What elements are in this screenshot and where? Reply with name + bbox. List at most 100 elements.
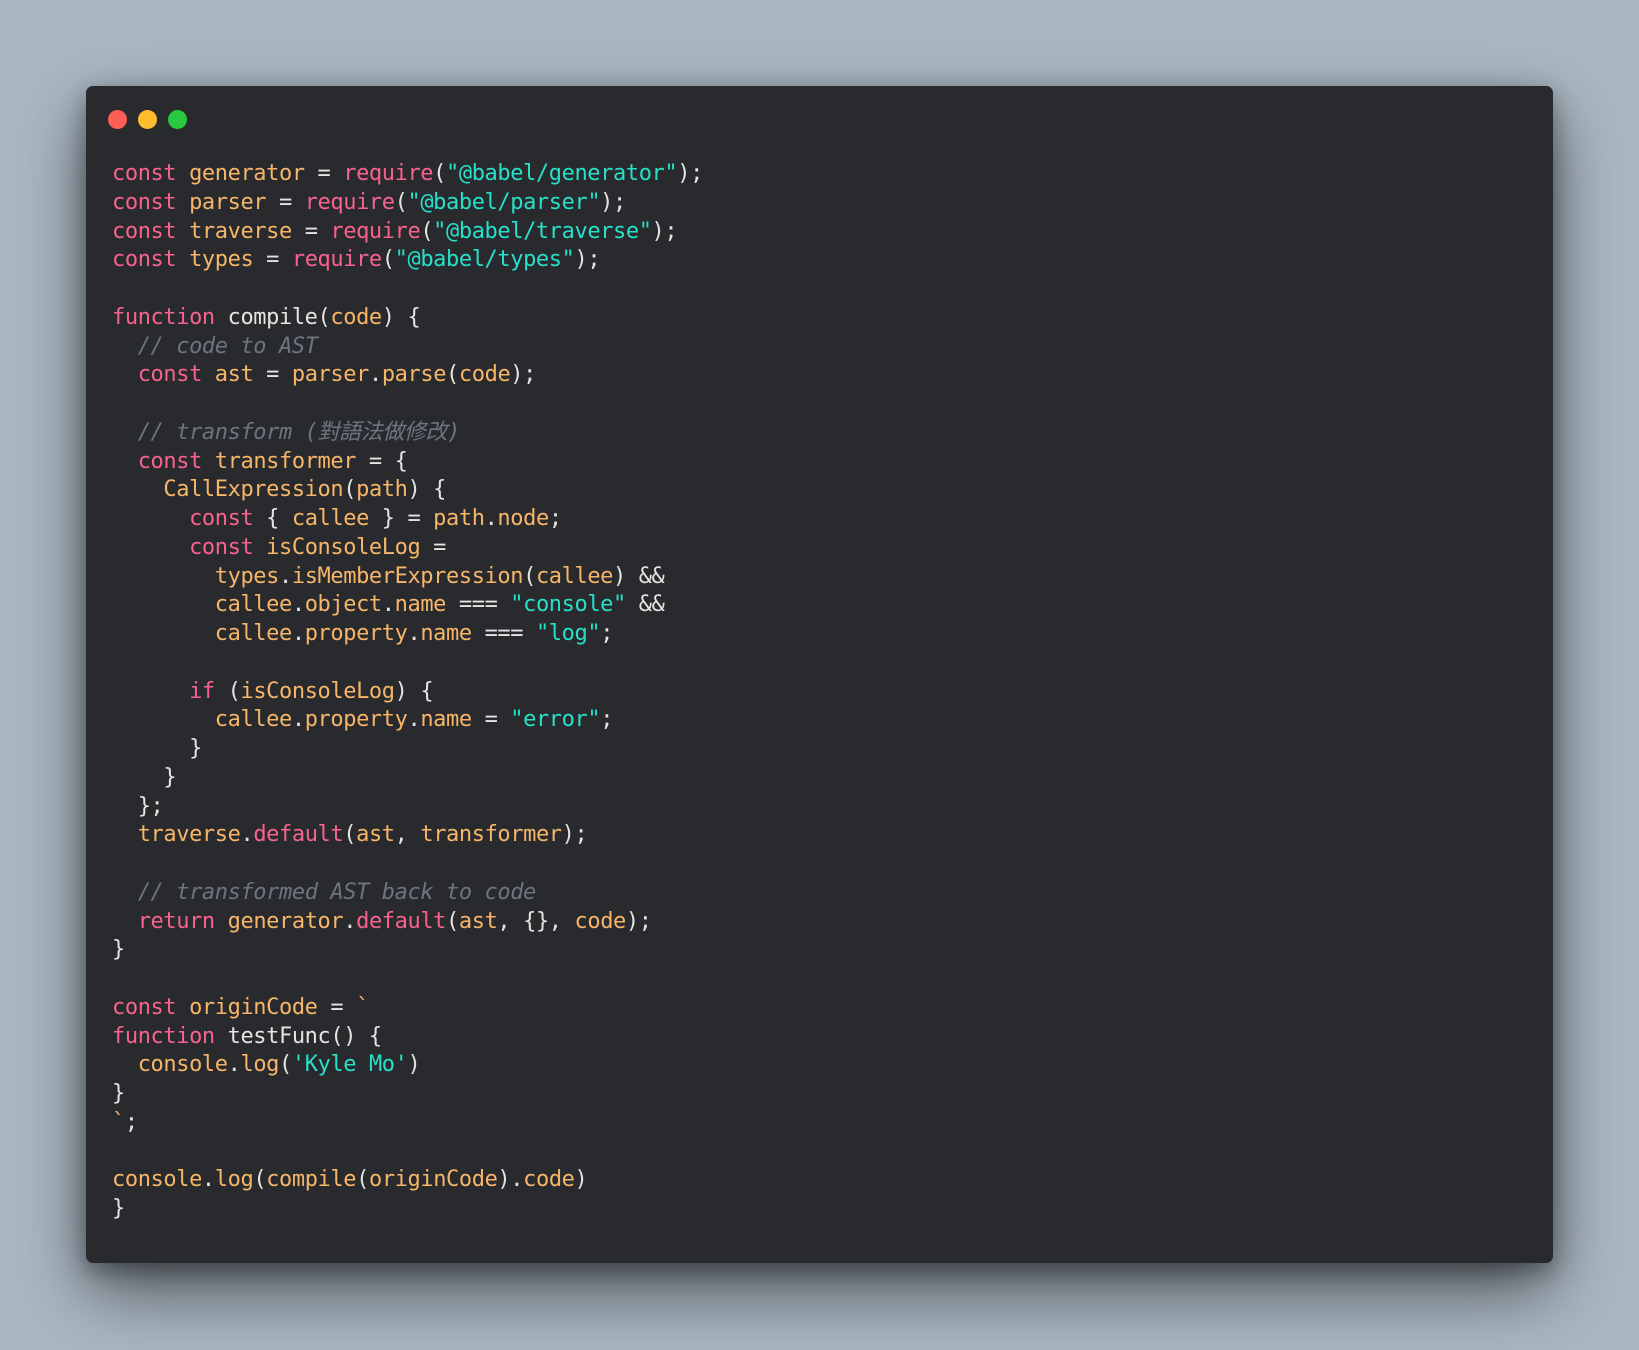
code-token-identifier: code [458,362,511,388]
code-token-identifier: log [240,1052,280,1078]
code-token-punctuation: = [304,161,344,186]
code-token-punctuation: ( [446,362,459,388]
code-token-punctuation: . [368,362,382,388]
code-line: }; [112,793,703,822]
code-token-identifier: transformer [420,822,562,848]
code-token-identifier: ` [112,1109,125,1135]
code-line: } [112,735,703,764]
code-token-identifier: traverse [137,822,241,848]
code-token-identifier: generator [227,908,344,934]
code-token-punctuation: . [381,592,395,618]
code-line: const generator = require("@babel/genera… [112,160,703,189]
code-token-keyword: return [137,908,228,934]
code-token-punctuation: . [227,1052,241,1078]
code-line: const { callee } = path.node; [112,505,703,534]
code-token-identifier: ast [356,822,395,848]
code-token-keyword: const [112,161,190,186]
code-token-punctuation [112,880,138,905]
code-token-function-name: compile [227,304,318,330]
code-token-punctuation [112,822,138,847]
code-token-punctuation: = [291,218,331,244]
code-token-identifier: code [523,1167,575,1193]
code-line: traverse.default(ast, transformer); [112,821,703,850]
code-token-punctuation: ( [279,1052,292,1078]
code-token-punctuation: = [253,362,292,388]
code-token-punctuation: . [484,506,498,531]
code-token-keyword: const [189,534,267,560]
code-line: // code to AST [112,333,703,362]
code-token-punctuation: ( [343,477,357,503]
maximize-button[interactable] [168,110,187,129]
code-token-keyword: const [137,448,215,474]
code-token-punctuation: . [407,621,421,646]
code-line: const parser = require("@babel/parser"); [112,189,703,218]
code-token-punctuation: ( [381,247,395,273]
code-token-identifier: name [420,621,472,646]
code-token-identifier: traverse [189,218,292,244]
code-token-punctuation: } [112,764,177,790]
code-line: const isConsoleLog = [112,534,703,563]
code-token-punctuation [112,592,215,617]
code-token-punctuation: === [471,621,536,646]
code-token-comment: // transformed AST back to code [137,879,537,905]
code-token-keyword: require [291,247,382,273]
code-line: function testFunc() { [112,1023,703,1052]
code-token-string: "log" [535,621,601,646]
code-token-keyword: require [343,161,434,186]
code-token-punctuation: . [407,707,421,733]
code-line: callee.object.name === "console" && [112,591,703,620]
code-token-identifier: node [497,506,549,531]
code-token-punctuation: } [112,1196,125,1221]
code-token-punctuation [112,362,138,387]
code-token-identifier: types [214,563,280,589]
code-token-punctuation: ); [561,822,588,848]
code-line: } [112,764,703,793]
code-token-punctuation [112,909,138,934]
minimize-button[interactable] [138,110,157,129]
code-line: function compile(code) { [112,304,703,333]
code-token-punctuation: = [471,707,511,733]
code-token-punctuation: ); [677,161,703,186]
code-token-keyword: const [137,362,215,388]
code-token-punctuation: ; [124,1109,138,1135]
code-token-keyword: if [189,678,228,704]
code-token-keyword: function [112,304,228,330]
code-token-string: "@babel/parser" [407,189,601,215]
code-token-punctuation: ; [548,506,562,531]
code-token-punctuation: = [253,247,292,273]
code-token-punctuation [112,621,215,646]
code-token-identifier: console [112,1167,202,1193]
code-line: const transformer = { [112,448,703,477]
code-token-identifier: console [137,1052,228,1078]
code-token-punctuation [112,420,138,445]
code-token-punctuation: () { [330,1023,382,1049]
code-line: // transform (對語法做修改) [112,419,703,448]
code-token-keyword: const [112,994,190,1020]
code-token-punctuation: }; [112,793,164,819]
code-token-identifier: isConsoleLog [240,678,395,704]
code-line: if (isConsoleLog) { [112,678,703,707]
code-token-keyword: require [304,189,395,215]
code-line: } [112,1195,703,1224]
code-window: const generator = require("@babel/genera… [86,86,1553,1263]
code-token-punctuation: ( [523,563,536,589]
code-token-identifier: parse [381,362,447,388]
code-token-punctuation: . [291,707,305,733]
code-token-punctuation: , {}, [497,908,575,934]
code-line: callee.property.name === "log"; [112,620,703,649]
code-token-punctuation: ) { [381,304,421,330]
code-token-punctuation: ) [574,1167,588,1193]
code-token-identifier: property [304,707,408,733]
code-token-punctuation: ; [600,707,614,733]
close-button[interactable] [108,110,127,129]
code-token-punctuation: ); [600,189,626,215]
code-token-identifier: object [304,592,382,618]
code-token-punctuation: ) { [407,477,447,503]
code-token-keyword: default [356,908,447,934]
code-token-punctuation: ); [510,362,536,388]
code-line: // transformed AST back to code [112,879,703,908]
